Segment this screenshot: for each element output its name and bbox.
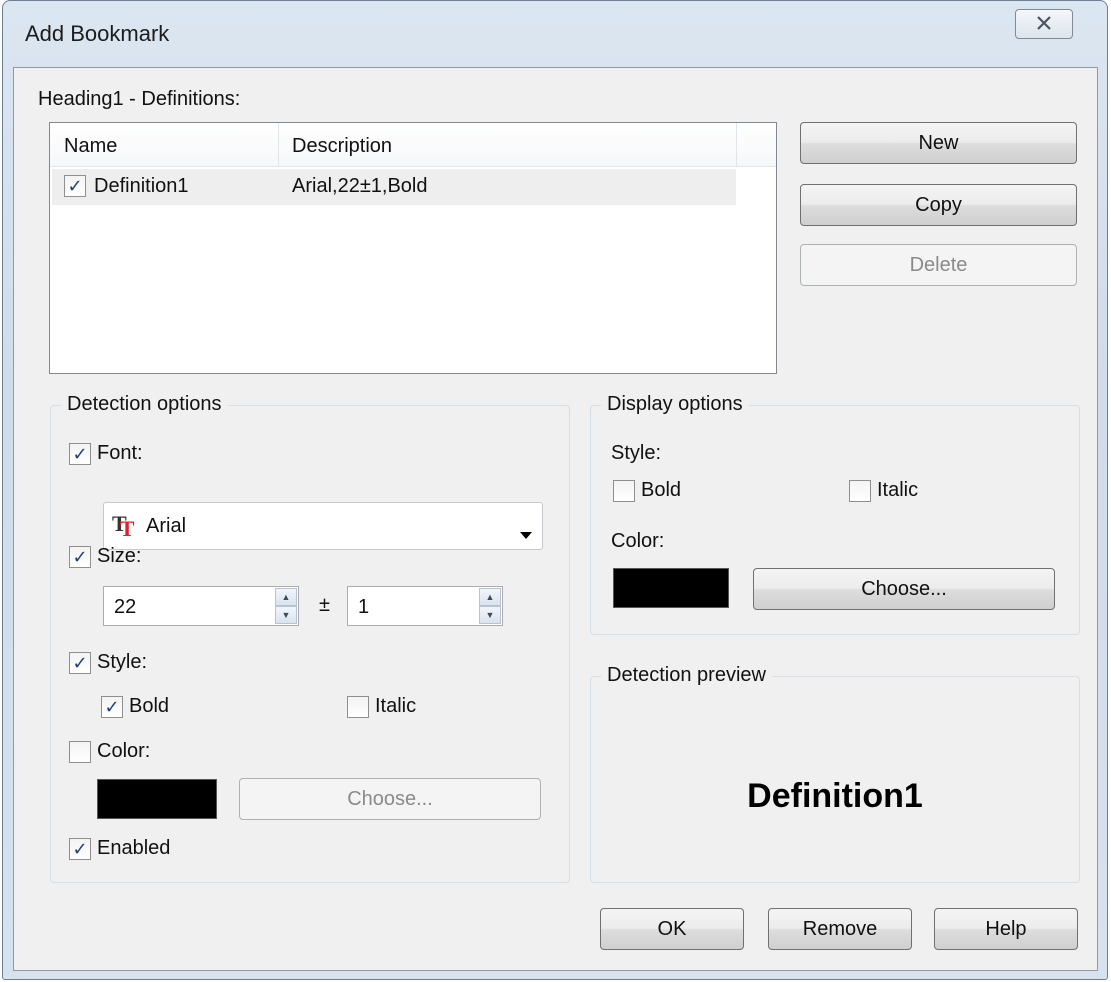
- ok-button[interactable]: OK: [600, 908, 744, 950]
- font-select[interactable]: TT Arial: [103, 502, 543, 550]
- tolerance-up-button[interactable]: ▲: [479, 588, 501, 606]
- display-options-group: Display options Style: Bold Italic Color…: [590, 393, 1080, 635]
- preview-text: Definition1: [747, 777, 923, 815]
- list-header: Name Description: [50, 123, 776, 167]
- help-button[interactable]: Help: [934, 908, 1078, 950]
- color-label: Color:: [97, 740, 151, 762]
- delete-button[interactable]: Delete: [800, 244, 1077, 286]
- display-bold-checkbox[interactable]: [613, 480, 635, 502]
- display-italic-label: Italic: [877, 479, 919, 501]
- tolerance-value: 1: [358, 596, 370, 618]
- enabled-label: Enabled: [97, 837, 171, 859]
- display-color-label: Color:: [611, 530, 665, 552]
- definitions-list[interactable]: Name Description ✓ Definition1 Arial,22±…: [49, 122, 777, 374]
- italic-label: Italic: [375, 695, 417, 717]
- display-style-label: Style:: [611, 442, 662, 464]
- font-label: Font:: [97, 442, 143, 464]
- detection-color-swatch: [97, 779, 217, 819]
- bold-checkbox[interactable]: ✓: [101, 696, 123, 718]
- size-label: Size:: [97, 545, 142, 567]
- size-checkbox[interactable]: ✓: [69, 546, 91, 568]
- style-checkbox[interactable]: ✓: [69, 652, 91, 674]
- enabled-checkbox[interactable]: ✓: [69, 838, 91, 860]
- detection-preview-group: Detection preview Definition1: [590, 664, 1080, 883]
- row-description: Arial,22±1,Bold: [292, 175, 428, 197]
- list-item[interactable]: ✓ Definition1 Arial,22±1,Bold: [52, 169, 736, 205]
- italic-checkbox[interactable]: [347, 696, 369, 718]
- title-bar[interactable]: Add Bookmark: [3, 1, 1107, 67]
- add-bookmark-dialog: Add Bookmark Heading1 - Definitions: Nam…: [2, 0, 1108, 980]
- size-stepper[interactable]: 22 ▲ ▼: [103, 586, 299, 626]
- size-value: 22: [114, 596, 137, 618]
- chevron-down-icon: [520, 523, 532, 546]
- row-name: Definition1: [94, 175, 189, 197]
- display-italic-checkbox[interactable]: [849, 480, 871, 502]
- display-choose-button[interactable]: Choose...: [753, 568, 1055, 610]
- display-bold-label: Bold: [641, 479, 682, 501]
- column-header-name[interactable]: Name: [64, 135, 117, 158]
- size-down-button[interactable]: ▼: [275, 606, 297, 624]
- window-title: Add Bookmark: [25, 21, 170, 46]
- truetype-font-icon: TT: [112, 511, 135, 541]
- font-value: Arial: [146, 515, 187, 537]
- tolerance-stepper[interactable]: 1 ▲ ▼: [347, 586, 503, 626]
- close-button[interactable]: [1015, 9, 1073, 39]
- bold-label: Bold: [129, 695, 170, 717]
- display-options-title: Display options: [601, 393, 749, 416]
- column-header-description[interactable]: Description: [292, 135, 392, 158]
- row-checkbox[interactable]: ✓: [64, 175, 86, 197]
- display-color-swatch: [613, 568, 729, 608]
- color-checkbox[interactable]: [69, 741, 91, 763]
- definitions-label: Heading1 - Definitions:: [38, 88, 241, 110]
- dialog-body: Heading1 - Definitions: Name Description…: [13, 67, 1098, 971]
- new-button[interactable]: New: [800, 122, 1077, 164]
- font-checkbox[interactable]: ✓: [69, 443, 91, 465]
- detection-options-group: Detection options ✓ Font: TT Arial ✓ Siz…: [50, 393, 570, 883]
- remove-button[interactable]: Remove: [768, 908, 912, 950]
- detection-choose-button[interactable]: Choose...: [239, 778, 541, 820]
- copy-button[interactable]: Copy: [800, 184, 1077, 226]
- detection-options-title: Detection options: [61, 393, 228, 416]
- tolerance-down-button[interactable]: ▼: [479, 606, 501, 624]
- style-label: Style:: [97, 651, 148, 673]
- plus-minus-label: ±: [319, 594, 330, 616]
- detection-preview-title: Detection preview: [601, 664, 772, 687]
- size-up-button[interactable]: ▲: [275, 588, 297, 606]
- close-icon: [1036, 13, 1052, 36]
